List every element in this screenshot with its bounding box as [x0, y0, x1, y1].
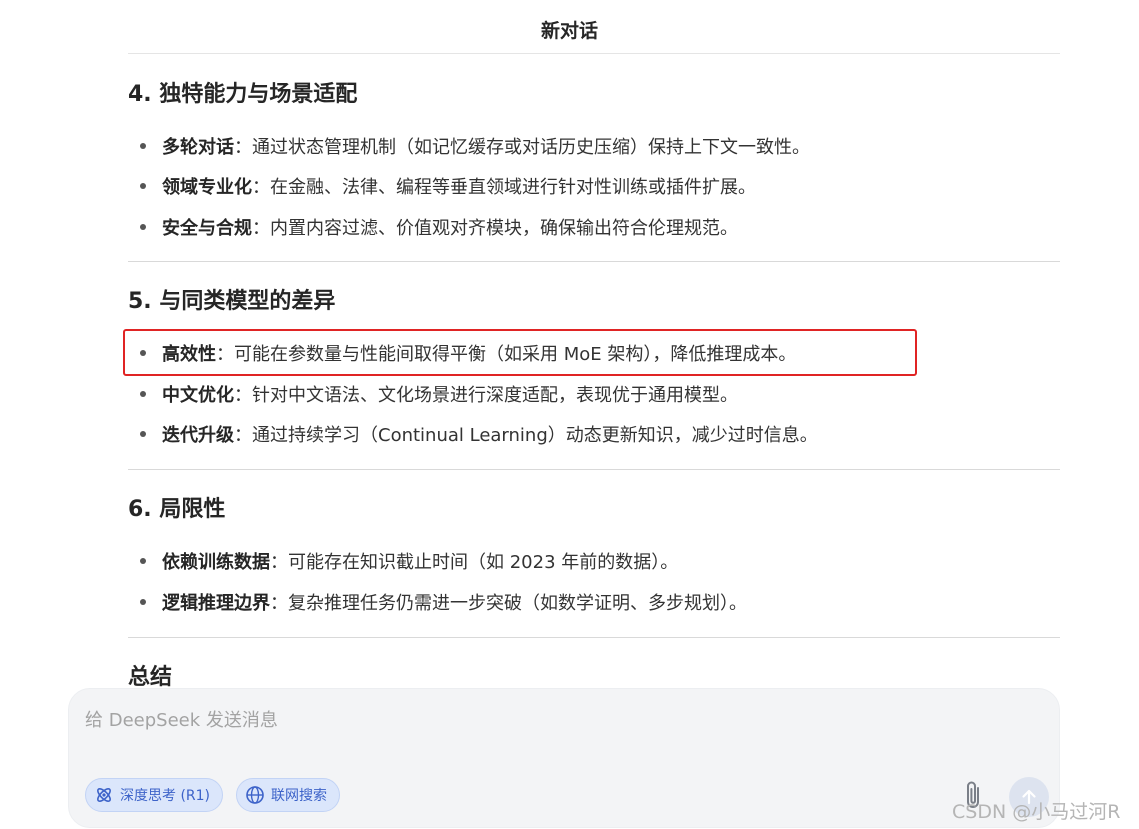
section-divider [128, 469, 1060, 470]
list-item: 领域专业化 ：在金融、法律、编程等垂直领域进行针对性训练或插件扩展。 [140, 171, 756, 201]
list-item-term: 多轮对话 [162, 137, 234, 158]
message-composer: 深度思考 (R1) 联网搜索 [68, 688, 1060, 828]
bullet-dot [140, 431, 146, 437]
list-item: 多轮对话 ：通过状态管理机制（如记忆缓存或对话历史压缩）保持上下文一致性。 [140, 131, 810, 161]
bullet-dot [140, 224, 146, 230]
watermark: CSDN @小马过河R [952, 801, 1121, 823]
bullet-dot [140, 183, 146, 189]
list-item-term: 高效性 [162, 344, 216, 365]
list-item: 迭代升级 ：通过持续学习（Continual Learning）动态更新知识，减… [140, 419, 818, 449]
section-divider [128, 637, 1060, 638]
section-title: 6. 局限性 [128, 497, 226, 522]
globe-icon [246, 786, 264, 804]
list-item-term: 中文优化 [162, 385, 234, 406]
list-item: 高效性 ：可能在参数量与性能间取得平衡（如采用 MoE 架构），降低推理成本。 [140, 338, 796, 368]
list-item-term: 安全与合规 [162, 218, 252, 239]
list-item: 逻辑推理边界 ：复杂推理任务仍需进一步突破（如数学证明、多步规划）。 [140, 587, 747, 617]
list-item-term: 领域专业化 [162, 177, 252, 198]
list-item-text: ：针对中文语法、文化场景进行深度适配，表现优于通用模型。 [234, 385, 738, 406]
list-item-text: ：通过持续学习（Continual Learning）动态更新知识，减少过时信息… [234, 425, 818, 446]
bullet-dot [140, 350, 146, 356]
bullet-dot [140, 391, 146, 397]
bullet-dot [140, 599, 146, 605]
section-divider [128, 261, 1060, 262]
chat-title: 新对话 [540, 20, 598, 42]
bullet-dot [140, 143, 146, 149]
list-item-term: 逻辑推理边界 [162, 593, 270, 614]
list-item-term: 依赖训练数据 [162, 552, 270, 573]
list-item: 依赖训练数据 ：可能存在知识截止时间（如 2023 年前的数据）。 [140, 546, 678, 576]
section-title: 总结 [128, 665, 173, 690]
deep-think-label: 深度思考 (R1) [120, 788, 211, 804]
atom-icon [97, 788, 111, 802]
list-item-term: 迭代升级 [162, 425, 234, 446]
chat-header: 新对话 [0, 0, 1139, 54]
deep-think-button[interactable]: 深度思考 (R1) [85, 778, 224, 812]
section-title: 5. 与同类模型的差异 [128, 289, 336, 314]
list-item-text: ：通过状态管理机制（如记忆缓存或对话历史压缩）保持上下文一致性。 [234, 137, 810, 158]
web-search-label: 联网搜索 [271, 788, 327, 804]
section-title: 4. 独特能力与场景适配 [128, 82, 358, 107]
message-input[interactable] [85, 705, 945, 735]
list-item-text: ：在金融、法律、编程等垂直领域进行针对性训练或插件扩展。 [252, 177, 756, 198]
message-content: 4. 独特能力与场景适配 多轮对话 ：通过状态管理机制（如记忆缓存或对话历史压缩… [128, 54, 1060, 690]
list-item: 安全与合规 ：内置内容过滤、价值观对齐模块，确保输出符合伦理规范。 [140, 212, 738, 242]
web-search-button[interactable]: 联网搜索 [236, 778, 340, 812]
list-item-text: ：可能在参数量与性能间取得平衡（如采用 MoE 架构），降低推理成本。 [216, 344, 797, 365]
list-item-text: ：内置内容过滤、价值观对齐模块，确保输出符合伦理规范。 [252, 218, 738, 239]
list-item: 中文优化 ：针对中文语法、文化场景进行深度适配，表现优于通用模型。 [140, 379, 738, 409]
bullet-dot [140, 558, 146, 564]
list-item-text: ：可能存在知识截止时间（如 2023 年前的数据）。 [270, 552, 679, 573]
list-item-text: ：复杂推理任务仍需进一步突破（如数学证明、多步规划）。 [270, 593, 747, 614]
